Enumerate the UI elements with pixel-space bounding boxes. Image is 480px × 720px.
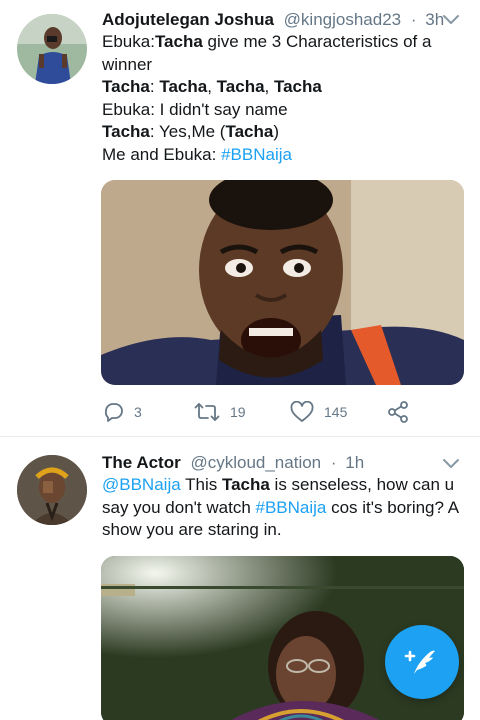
tweet[interactable]: Adojutelegan Joshua @kingjoshad23 · 3h E… [0, 0, 480, 437]
tweet-text-line: Tacha: Tacha, Tacha, Tacha [102, 76, 462, 99]
like-button[interactable]: 145 [290, 399, 347, 425]
retweet-count: 19 [230, 404, 246, 420]
tweet-text-line: Ebuka: I didn't say name [102, 99, 462, 122]
compose-tweet-icon [404, 650, 435, 674]
share-icon [388, 401, 408, 423]
text-segment: ) [273, 122, 280, 141]
separator-dot: · [330, 453, 337, 472]
tweet-header: The Actor @cykloud_nation · 1h [102, 452, 364, 474]
text-segment: Tacha [221, 475, 270, 494]
text-segment: This [180, 475, 222, 494]
text-segment: say you don't watch [102, 497, 256, 517]
compose-tweet-button[interactable] [385, 625, 459, 699]
reply-count: 3 [134, 404, 142, 420]
text-segment: Tacha [225, 122, 274, 141]
text-segment: Tacha [159, 77, 208, 96]
tweet-text-line: winner [102, 54, 462, 77]
text-segment: Me and Ebuka: [102, 144, 222, 164]
tweet-text-line: say you don't watch #BBNaija cos it's bo… [102, 497, 462, 520]
hashtag-link[interactable]: #BBNaija [256, 498, 327, 517]
tweet-text-line: Tacha: Yes,Me (Tacha) [102, 121, 462, 144]
retweet-button[interactable]: 19 [194, 399, 246, 425]
tweet-image[interactable] [101, 180, 464, 385]
reply-button[interactable]: 3 [102, 399, 142, 425]
author-name[interactable]: The Actor [102, 453, 181, 472]
tweet-text: @BBNaija This Tacha is senseless, how ca… [102, 474, 462, 542]
text-segment: show you are staring in. [102, 520, 282, 539]
share-button[interactable] [386, 399, 410, 425]
mention-link[interactable]: @BBNaija [102, 475, 181, 494]
text-segment: : [149, 77, 160, 96]
text-segment: is senseless, how can u [269, 475, 455, 494]
tweet-text-line: Ebuka:Tacha give me 3 Characteristics of… [102, 31, 462, 54]
heart-icon [290, 401, 314, 422]
text-segment: Tacha [216, 77, 265, 96]
avatar[interactable] [17, 455, 87, 525]
hashtag-link[interactable]: #BBNaija [221, 145, 292, 164]
text-segment: , [264, 77, 274, 96]
text-segment: Tacha [154, 32, 203, 51]
text-segment: winner [102, 54, 153, 74]
text-segment: Tacha [102, 122, 150, 141]
tweet-actions: 3 19 145 [102, 399, 462, 425]
avatar[interactable] [17, 14, 87, 84]
tweet-text-line: show you are staring in. [102, 519, 462, 542]
chevron-down-icon[interactable] [442, 14, 460, 26]
text-segment: give me 3 Characteristics of a [202, 32, 432, 51]
text-segment: Ebuka: [102, 32, 155, 51]
author-handle[interactable]: @kingjoshad23 [284, 10, 401, 29]
tweet-text-line: @BBNaija This Tacha is senseless, how ca… [102, 474, 462, 497]
timestamp[interactable]: 1h [345, 453, 364, 472]
tweet-text-line: Me and Ebuka: #BBNaija [102, 144, 462, 167]
tweet-header: Adojutelegan Joshua @kingjoshad23 · 3h [102, 9, 444, 31]
retweet-icon [194, 403, 220, 421]
text-segment: Tacha [102, 77, 150, 96]
reply-icon [104, 403, 123, 422]
author-handle[interactable]: @cykloud_nation [190, 453, 321, 472]
text-segment: : Yes,Me ( [149, 122, 226, 141]
author-name[interactable]: Adojutelegan Joshua [102, 10, 274, 29]
like-count: 145 [324, 404, 348, 420]
text-segment: , [207, 77, 217, 96]
tweet-text: Ebuka:Tacha give me 3 Characteristics of… [102, 31, 462, 166]
text-segment: Tacha [273, 77, 322, 96]
text-segment: Ebuka: I didn't say name [102, 99, 288, 119]
text-segment: cos it's boring? A [326, 497, 460, 517]
separator-dot: · [410, 10, 417, 29]
chevron-down-icon[interactable] [442, 458, 460, 470]
